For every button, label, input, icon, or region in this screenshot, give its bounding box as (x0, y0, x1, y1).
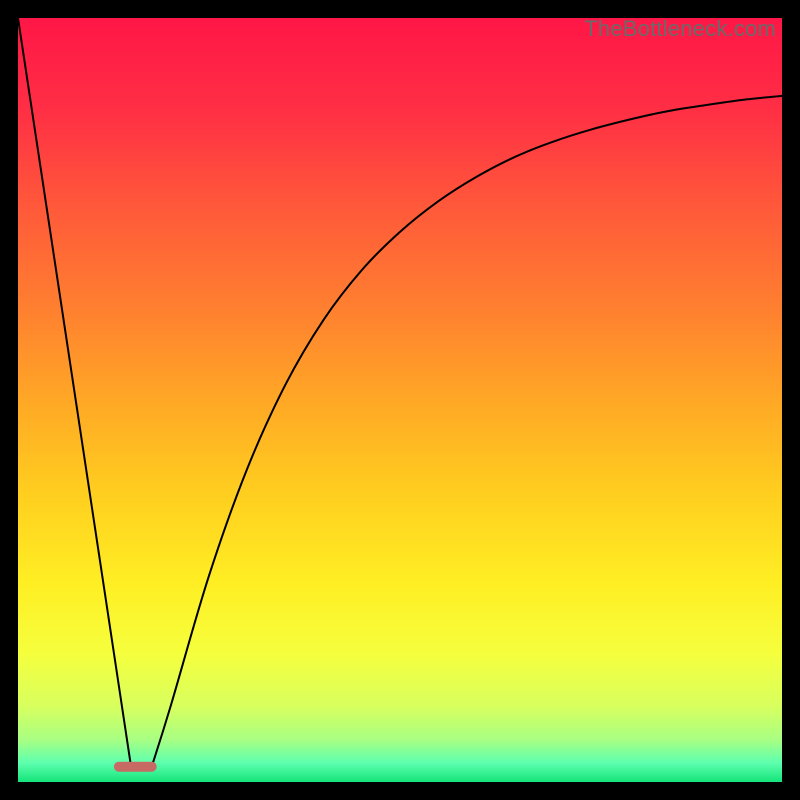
watermark-text: TheBottleneck.com (584, 16, 776, 42)
plot-area: TheBottleneck.com (18, 18, 782, 782)
background-heat-gradient (18, 18, 782, 782)
